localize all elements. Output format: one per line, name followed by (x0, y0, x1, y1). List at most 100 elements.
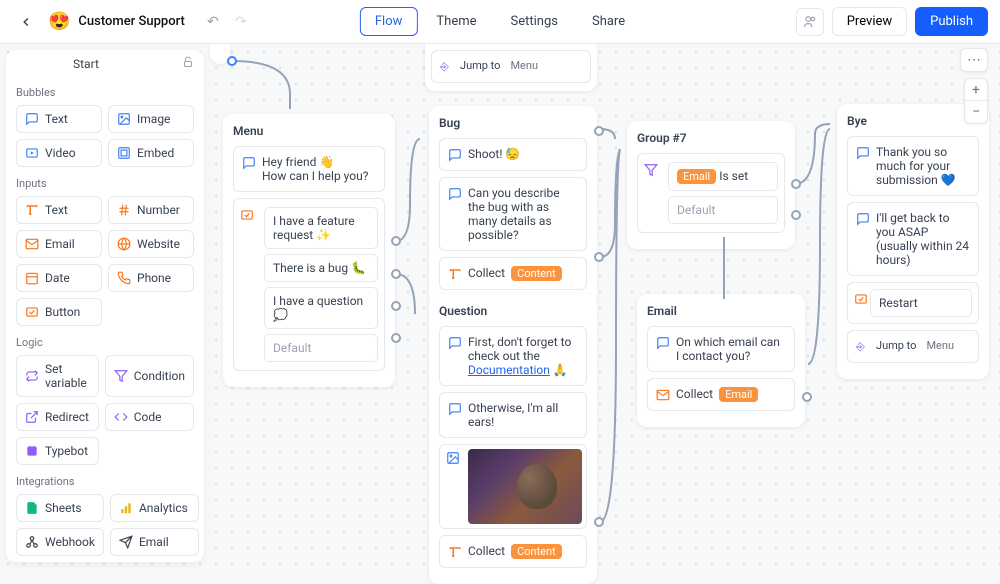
node-bye[interactable]: Bye Thank you so much for your submissio… (837, 104, 989, 379)
tab-settings[interactable]: Settings (496, 7, 573, 36)
node-email[interactable]: Email On which email can I contact you? … (637, 294, 805, 427)
tab-theme[interactable]: Theme (421, 7, 491, 36)
undo-button[interactable]: ↶ (201, 10, 225, 34)
choice[interactable]: I have a question 💭 (264, 287, 378, 329)
choice[interactable]: I have a feature request ✨ (264, 207, 378, 249)
block-sheets[interactable]: Sheets (16, 494, 104, 522)
port[interactable] (791, 179, 801, 189)
start-label: Start (73, 57, 204, 71)
block-typebot[interactable]: Typebot (16, 437, 99, 465)
email-input-icon (656, 388, 670, 402)
section-logic: Logic (16, 336, 194, 349)
blocks-sidebar: Start Bubbles Text Image Video Embed Inp… (6, 50, 204, 562)
bot-emoji: 😍 (48, 11, 70, 32)
block-input-text[interactable]: Text (16, 196, 102, 224)
redo-button[interactable]: ↷ (229, 10, 253, 34)
block-text[interactable]: Text (16, 105, 102, 133)
jump-icon: ⎆ (440, 60, 454, 74)
text-block: First, don't forget to check out the Doc… (468, 335, 578, 377)
website-icon (117, 237, 131, 251)
node-title[interactable]: Bug (439, 116, 587, 130)
port[interactable] (391, 269, 401, 279)
node-title[interactable]: Menu (233, 124, 385, 138)
bot-title[interactable]: Customer Support (78, 14, 184, 29)
chat-icon (448, 336, 462, 350)
node-title[interactable]: Question (439, 304, 587, 318)
typebot-icon (25, 444, 39, 458)
block-webhook[interactable]: Webhook (16, 528, 104, 556)
condition-default[interactable]: Default (668, 196, 778, 224)
block-video[interactable]: Video (16, 139, 102, 167)
block-analytics[interactable]: Analytics (110, 494, 199, 522)
zoom-out-button[interactable]: − (965, 101, 987, 123)
port[interactable] (391, 333, 401, 343)
block-code[interactable]: Code (105, 403, 194, 431)
port[interactable] (802, 392, 812, 402)
tab-flow[interactable]: Flow (360, 7, 418, 36)
text-input-icon (448, 545, 462, 559)
block-input-website[interactable]: Website (108, 230, 194, 258)
condition[interactable]: Email Is set (668, 162, 778, 191)
section-bubbles: Bubbles (16, 86, 194, 99)
node-question[interactable]: Question First, don't forget to check ou… (429, 294, 597, 584)
chat-icon (656, 336, 670, 350)
jump-target: Menu (926, 339, 954, 352)
node-bug[interactable]: Bug Shoot! 😓 Can you describe the bug wi… (429, 106, 597, 306)
collect-label: Collect (468, 544, 505, 558)
block-input-date[interactable]: Date (16, 264, 102, 292)
block-input-email[interactable]: Email (16, 230, 102, 258)
port[interactable] (594, 126, 604, 136)
choice-default[interactable]: Default (264, 334, 378, 362)
embed-icon (117, 146, 131, 160)
text-input-icon (448, 267, 462, 281)
block-setvar[interactable]: Set variable (16, 355, 99, 397)
collaborators-button[interactable] (796, 8, 824, 36)
port[interactable] (594, 252, 604, 262)
port[interactable] (391, 301, 401, 311)
node-menu[interactable]: Menu Hey friend 👋How can I help you? I h… (223, 114, 395, 387)
choice[interactable]: Restart (870, 289, 972, 317)
number-icon (117, 203, 131, 217)
port[interactable] (791, 210, 801, 220)
variable-icon (25, 369, 39, 383)
publish-button[interactable]: Publish (915, 7, 988, 36)
block-input-button[interactable]: Button (16, 298, 102, 326)
port[interactable] (227, 56, 237, 66)
chat-icon (448, 148, 462, 162)
zoom-controls: + − (964, 78, 988, 124)
gif-placeholder (468, 449, 582, 524)
block-email-int[interactable]: Email (110, 528, 199, 556)
node-title[interactable]: Bye (847, 114, 979, 128)
choice[interactable]: There is a bug 🐛 (264, 254, 378, 282)
chat-icon (242, 156, 256, 170)
block-input-number[interactable]: Number (108, 196, 194, 224)
preview-button[interactable]: Preview (832, 7, 907, 36)
text-block: Shoot! 😓 (468, 147, 578, 161)
port[interactable] (594, 517, 604, 527)
redirect-icon (25, 410, 39, 424)
block-redirect[interactable]: Redirect (16, 403, 99, 431)
video-icon (25, 146, 39, 160)
chat-icon (856, 212, 870, 226)
zoom-in-button[interactable]: + (965, 79, 987, 101)
back-button[interactable] (12, 8, 40, 36)
canvas-menu-button[interactable]: ⋯ (960, 48, 988, 72)
buttons-block[interactable]: I have a feature request ✨ There is a bu… (233, 198, 385, 371)
block-embed[interactable]: Embed (108, 139, 194, 167)
block-image[interactable]: Image (108, 105, 194, 133)
node-group7[interactable]: Group #7 Email Is set Default (627, 121, 795, 249)
node-title[interactable]: Email (647, 304, 795, 318)
text-block: I'll get back to you ASAP (usually withi… (876, 211, 970, 267)
condition-block[interactable]: Email Is set Default (637, 153, 785, 233)
port[interactable] (391, 236, 401, 246)
buttons-block[interactable]: Restart (847, 282, 979, 324)
tab-share[interactable]: Share (577, 7, 640, 36)
text-block: On which email can I contact you? (676, 335, 786, 363)
block-condition[interactable]: Condition (105, 355, 194, 397)
node-title[interactable]: Group #7 (637, 131, 785, 145)
filter-icon (114, 369, 128, 383)
block-input-phone[interactable]: Phone (108, 264, 194, 292)
sheets-icon (25, 501, 39, 515)
jump-target: Menu (510, 59, 538, 72)
chat-icon (856, 146, 870, 160)
